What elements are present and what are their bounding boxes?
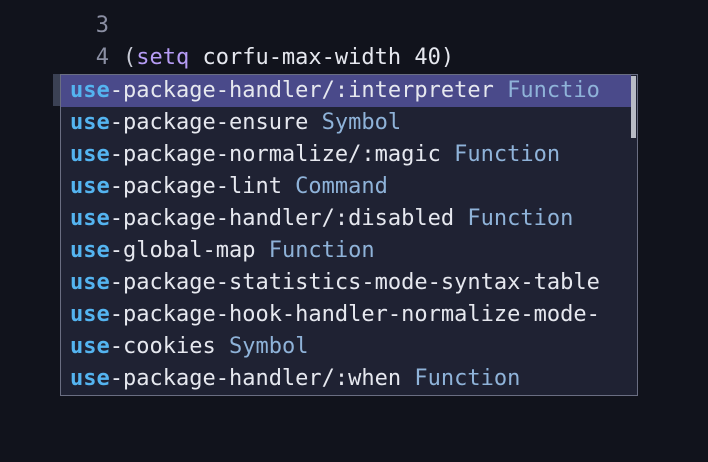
- candidate-match-prefix: use: [70, 110, 110, 135]
- candidate-name: -package-handler/:when: [109, 366, 402, 391]
- completion-candidate[interactable]: use-package-lint Command: [61, 171, 631, 203]
- candidate-match-prefix: use: [70, 302, 110, 327]
- editor-line-5-current[interactable]: 5use: [0, 42, 163, 106]
- completion-candidate[interactable]: use-package-hook-handler-normalize-mode-: [61, 299, 631, 331]
- code-text: corfu-max-width 40): [189, 45, 455, 70]
- candidate-name: -cookies: [109, 334, 216, 359]
- candidate-match-prefix: use: [70, 366, 110, 391]
- editor-line-3: 3: [0, 0, 123, 38]
- candidate-match-prefix: use: [70, 238, 110, 263]
- candidate-match-prefix: use: [70, 334, 110, 359]
- candidate-name: -package-handler/:interpreter: [109, 78, 494, 103]
- candidate-annotation: Function: [255, 238, 375, 263]
- candidate-name: -package-lint: [109, 174, 282, 199]
- completion-candidate[interactable]: use-package-normalize/:magic Function: [61, 139, 631, 171]
- completion-candidate[interactable]: use-package-handler/:when Function: [61, 363, 631, 395]
- candidate-annotation: Function: [454, 206, 574, 231]
- completion-candidate[interactable]: use-package-ensure Symbol: [61, 107, 631, 139]
- completion-popup[interactable]: use-package-handler/:interpreter Functio…: [60, 74, 638, 396]
- candidate-name: -package-handler/:disabled: [109, 206, 455, 231]
- candidate-match-prefix: use: [70, 78, 110, 103]
- candidate-match-prefix: use: [70, 174, 110, 199]
- editor-buffer[interactable]: 3 4(setq corfu-max-width 40) 5use use-pa…: [0, 0, 708, 462]
- candidate-match-prefix: use: [70, 142, 110, 167]
- candidate-name: -global-map: [109, 238, 256, 263]
- candidate-match-prefix: use: [70, 270, 110, 295]
- completion-candidate-selected[interactable]: use-package-handler/:interpreter Functio: [61, 75, 631, 107]
- candidate-annotation: Functio: [493, 78, 600, 103]
- candidate-name: -package-hook-handler-normalize-mode-: [109, 302, 600, 327]
- candidate-annotation: Function: [401, 366, 521, 391]
- candidate-name: -package-statistics-mode-syntax-table: [109, 270, 600, 295]
- candidate-match-prefix: use: [70, 206, 110, 231]
- candidate-name: -package-ensure: [109, 110, 309, 135]
- completion-candidate[interactable]: use-cookies Symbol: [61, 331, 631, 363]
- completion-candidate[interactable]: use-package-statistics-mode-syntax-table: [61, 267, 631, 299]
- editor-line-4[interactable]: 4 (setq corfu-max-width 40): [0, 10, 454, 70]
- candidate-name: -package-normalize/:magic: [109, 142, 441, 167]
- candidate-annotation: Symbol: [215, 334, 309, 359]
- popup-scrollbar-thumb[interactable]: [631, 76, 636, 138]
- completion-candidate[interactable]: use-package-handler/:disabled Function: [61, 203, 631, 235]
- completion-candidate[interactable]: use-global-map Function: [61, 235, 631, 267]
- candidate-annotation: Command: [281, 174, 388, 199]
- candidate-annotation: Function: [440, 142, 561, 167]
- candidate-annotation: Symbol: [308, 110, 402, 135]
